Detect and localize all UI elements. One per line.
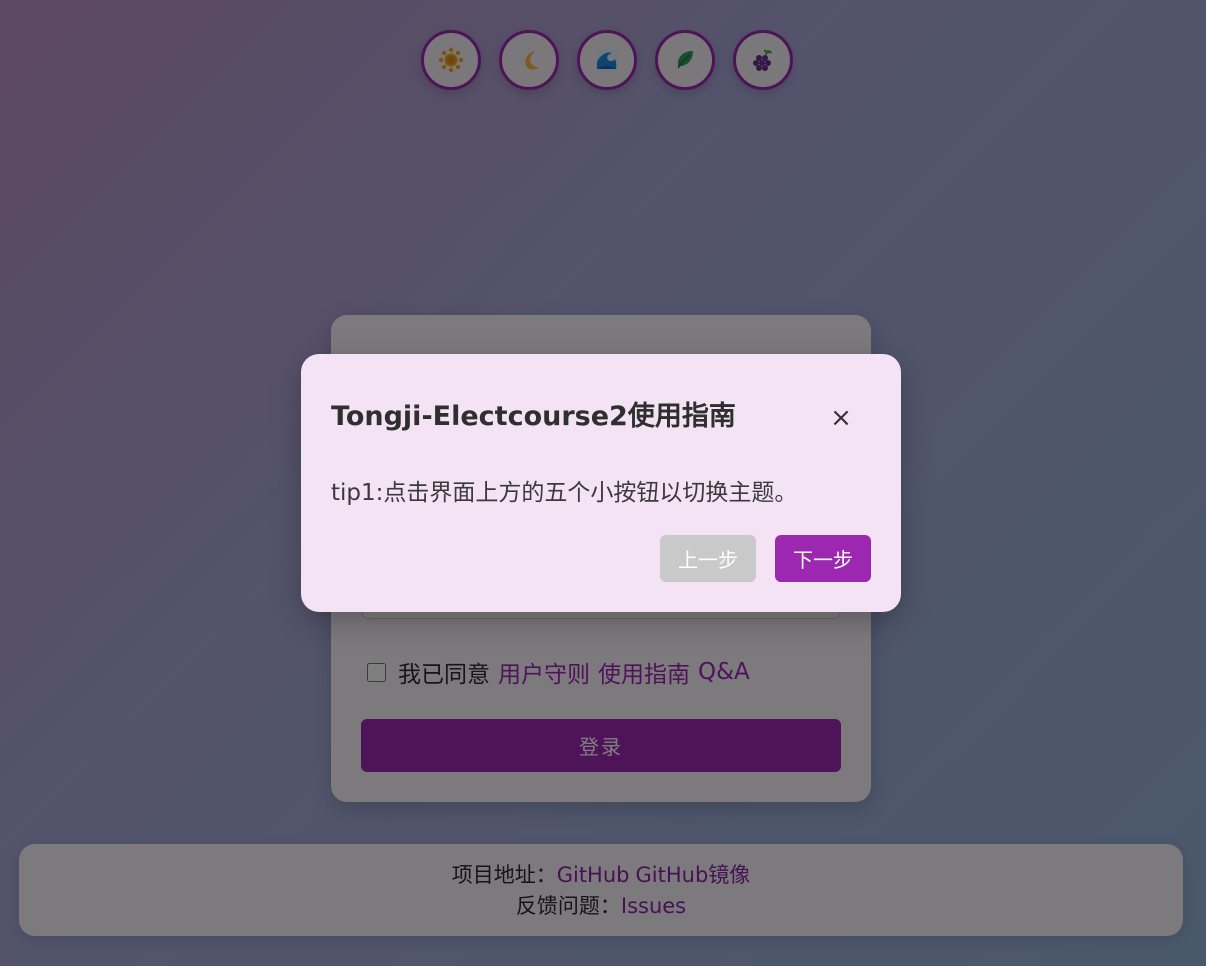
modal-title: Tongji-Electcourse2使用指南 — [331, 401, 736, 432]
modal-actions: 上一步 下一步 — [660, 535, 871, 582]
previous-step-button[interactable]: 上一步 — [660, 535, 756, 582]
modal-tip-text: tip1:点击界面上方的五个小按钮以切换主题。 — [331, 480, 798, 506]
close-icon[interactable]: × — [829, 405, 853, 431]
guide-modal: Tongji-Electcourse2使用指南 × tip1:点击界面上方的五个… — [301, 354, 901, 612]
next-step-button[interactable]: 下一步 — [775, 535, 871, 582]
